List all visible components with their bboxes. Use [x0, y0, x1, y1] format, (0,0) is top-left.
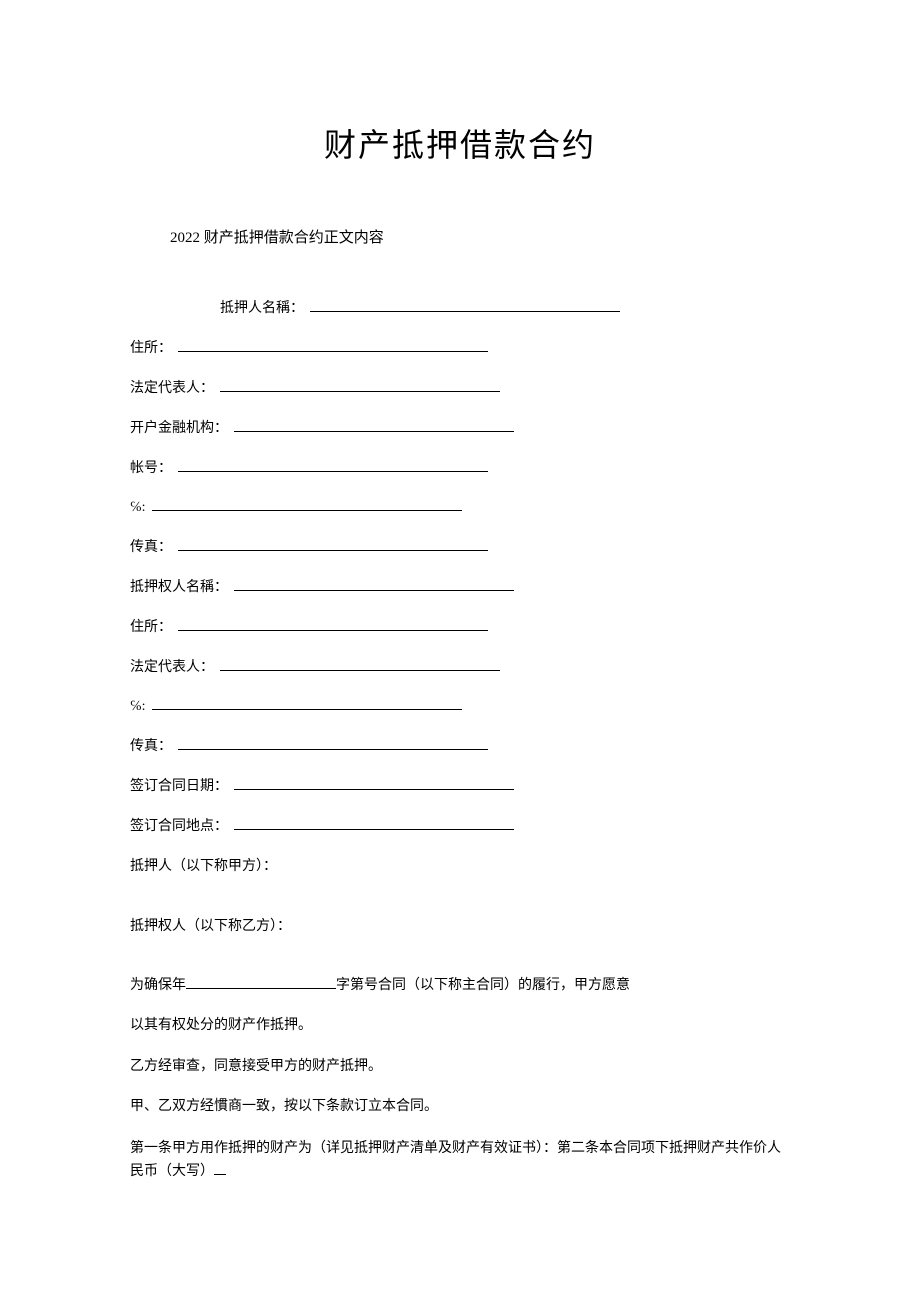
label-phone1: ℅:	[130, 500, 146, 516]
blank-sign-date	[234, 776, 514, 790]
label-address1: 住所：	[130, 337, 172, 357]
label-sign-place: 签订合同地点：	[130, 815, 228, 835]
body-line5: 第一条甲方用作抵押的财产为（详见抵押财产清单及财产有效证书）：第二条本合同项下抵…	[130, 1137, 790, 1185]
label-account: 帐号：	[130, 457, 172, 477]
document-title: 财产抵押借款合约	[130, 120, 790, 166]
field-mortgagee-name: 抵押权人名稱：	[130, 576, 790, 596]
field-bank: 开户金融机构：	[130, 417, 790, 437]
blank-phone1	[152, 497, 462, 511]
label-sign-date: 签订合同日期：	[130, 775, 228, 795]
label-address2: 住所：	[130, 616, 172, 636]
body-line3: 乙方经审查，同意接受甲方的财产抵押。	[130, 1056, 790, 1078]
body-line5-text: 第一条甲方用作抵押的财产为（详见抵押财产清单及财产有效证书）：第二条本合同项下抵…	[130, 1141, 781, 1180]
blank-legal-rep2	[220, 657, 500, 671]
body-line1-suffix: 字第号合同（以下称主合同）的履行，甲方愿意	[336, 978, 630, 993]
body-line1: 为确保年 字第号合同（以下称主合同）的履行，甲方愿意	[130, 975, 790, 997]
field-phone1: ℅:	[130, 497, 790, 516]
blank-fax1	[178, 537, 488, 551]
document-subtitle: 2022 财产抵押借款合约正文内容	[170, 226, 790, 247]
blank-fax2	[178, 736, 488, 750]
field-phone2: ℅:	[130, 696, 790, 715]
field-address1: 住所：	[130, 337, 790, 357]
label-legal-rep1: 法定代表人：	[130, 377, 214, 397]
blank-year	[186, 976, 336, 989]
body-line4: 甲、乙双方经慣商一致，按以下条款订立本合同。	[130, 1096, 790, 1118]
field-legal-rep1: 法定代表人：	[130, 377, 790, 397]
blank-bank	[234, 418, 514, 432]
field-mortgagor-name: 抵押人名稱：	[220, 297, 790, 317]
blank-phone2	[152, 696, 462, 710]
blank-address2	[178, 617, 488, 631]
blank-sign-place	[234, 816, 514, 830]
body-line1-prefix: 为确保年	[130, 978, 186, 993]
label-mortgagee-name: 抵押权人名稱：	[130, 576, 228, 596]
field-legal-rep2: 法定代表人：	[130, 656, 790, 676]
label-mortgagor-name: 抵押人名稱：	[220, 297, 304, 317]
label-fax2: 传真：	[130, 735, 172, 755]
party-b-label: 抵押权人（以下称乙方）：	[130, 915, 790, 935]
party-a-label: 抵押人（以下称甲方）：	[130, 855, 790, 875]
label-phone2: ℅:	[130, 699, 146, 715]
blank-mortgagee-name	[234, 577, 514, 591]
blank-mortgagor-name	[310, 298, 620, 312]
blank-address1	[178, 338, 488, 352]
field-fax1: 传真：	[130, 536, 790, 556]
body-line2: 以其有权处分的财产作抵押。	[130, 1015, 790, 1037]
blank-amount	[214, 1162, 226, 1175]
field-sign-date: 签订合同日期：	[130, 775, 790, 795]
blank-legal-rep1	[220, 378, 500, 392]
field-address2: 住所：	[130, 616, 790, 636]
field-sign-place: 签订合同地点：	[130, 815, 790, 835]
field-account: 帐号：	[130, 457, 790, 477]
label-legal-rep2: 法定代表人：	[130, 656, 214, 676]
field-fax2: 传真：	[130, 735, 790, 755]
label-bank: 开户金融机构：	[130, 417, 228, 437]
label-fax1: 传真：	[130, 536, 172, 556]
blank-account	[178, 458, 488, 472]
